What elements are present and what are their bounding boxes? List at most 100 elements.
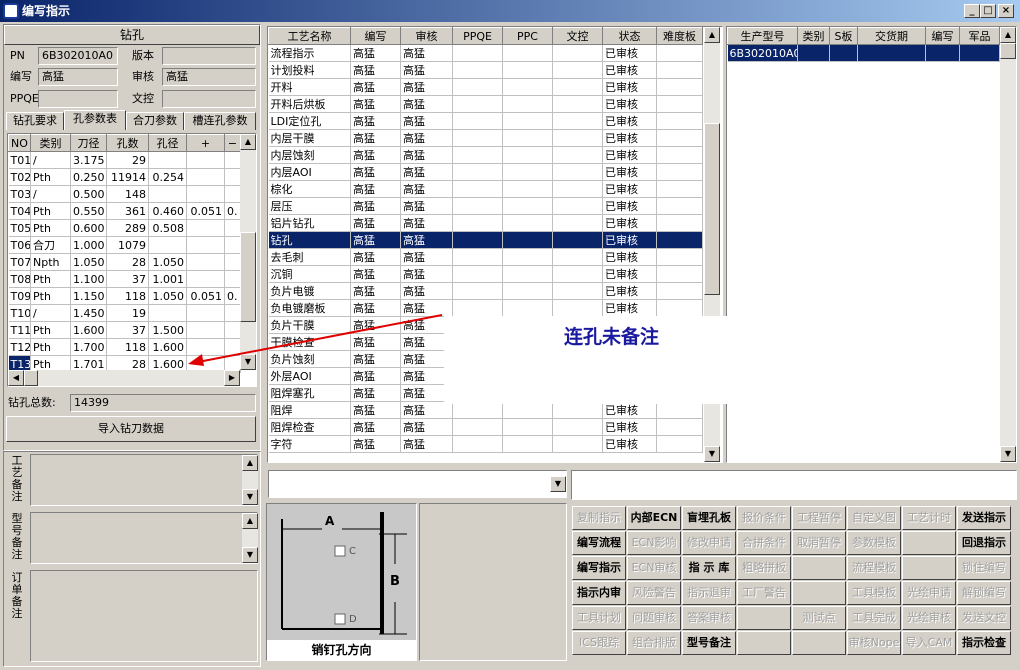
table-row[interactable]: 内层干膜 高猛 高猛 已审核 <box>268 129 703 147</box>
column-header[interactable]: 状态 <box>602 27 657 45</box>
table-row[interactable]: 层压 高猛 高猛 已审核 <box>268 197 703 215</box>
action-button[interactable]: 组合排版 <box>627 631 681 655</box>
table-row[interactable]: 棕化 高猛 高猛 已审核 <box>268 180 703 198</box>
author-field[interactable]: 高猛 <box>38 68 118 86</box>
action-button[interactable]: 修改申请 <box>682 531 736 555</box>
scroll-thumb[interactable] <box>1000 43 1016 59</box>
action-button[interactable]: 工程暂停 <box>792 506 846 530</box>
action-button[interactable]: 审核Nope <box>847 631 901 655</box>
action-button[interactable]: 锁住编写 <box>957 556 1011 580</box>
action-button[interactable]: 解锁编写 <box>957 581 1011 605</box>
table-row[interactable]: 开料后烘板 高猛 高猛 已审核 <box>268 95 703 113</box>
chevron-down-icon[interactable]: ▼ <box>550 476 566 492</box>
action-button[interactable]: 导入CAM <box>902 631 956 655</box>
table-row[interactable]: 6B302010A0 <box>727 44 1000 62</box>
column-header[interactable]: 文控 <box>552 27 603 45</box>
scroll-down-arrow[interactable]: ▼ <box>704 446 720 462</box>
scroll-thumb[interactable] <box>240 232 256 322</box>
action-button[interactable]: 指 示 库 <box>682 556 736 580</box>
table-row[interactable]: T04 Pth 0.550 361 0.460 0.051 0. <box>8 202 241 220</box>
column-header[interactable]: 难度板 <box>656 27 703 45</box>
table-row[interactable]: 钻孔 高猛 高猛 已审核 <box>268 231 703 249</box>
action-button[interactable]: 答案审核 <box>682 606 736 630</box>
action-button[interactable]: 取消暂停 <box>792 531 846 555</box>
table-row[interactable]: 计划投料 高猛 高猛 已审核 <box>268 61 703 79</box>
action-button[interactable]: 盲埋孔板 <box>682 506 736 530</box>
action-button[interactable]: 型号备注 <box>682 631 736 655</box>
review-field[interactable]: 高猛 <box>162 68 256 86</box>
action-button[interactable]: 发送指示 <box>957 506 1011 530</box>
table-row[interactable]: 沉铜 高猛 高猛 已审核 <box>268 265 703 283</box>
column-header[interactable]: − <box>224 134 241 152</box>
column-header[interactable]: NO <box>8 134 31 152</box>
action-button[interactable]: 工艺计时 <box>902 506 956 530</box>
table-row[interactable]: 内层蚀刻 高猛 高猛 已审核 <box>268 146 703 164</box>
tab-hole-params[interactable]: 孔参数表 <box>64 110 126 130</box>
column-header[interactable]: 类别 <box>30 134 71 152</box>
action-button[interactable]: 测试点 <box>792 606 846 630</box>
action-button[interactable]: 参数模板 <box>847 531 901 555</box>
scroll-left-arrow[interactable]: ◀ <box>8 370 24 386</box>
column-header[interactable]: + <box>186 134 225 152</box>
import-drill-button[interactable]: 导入钻刀数据 <box>6 416 256 442</box>
order-note-field[interactable] <box>30 570 258 662</box>
action-button[interactable]: 光绘审核 <box>902 606 956 630</box>
table-row[interactable]: 字符 高猛 高猛 已审核 <box>268 435 703 453</box>
total-field[interactable]: 14399 <box>70 394 256 412</box>
table-row[interactable]: 流程指示 高猛 高猛 已审核 <box>268 44 703 62</box>
tab-drill-requirements[interactable]: 钻孔要求 <box>6 112 64 130</box>
column-header[interactable]: S板 <box>829 27 858 45</box>
table-row[interactable]: 开料 高猛 高猛 已审核 <box>268 78 703 96</box>
action-button[interactable] <box>792 631 846 655</box>
scroll-up-arrow[interactable]: ▲ <box>1000 27 1016 43</box>
action-button[interactable]: 指示内审 <box>572 581 626 605</box>
action-button[interactable]: 发送文控 <box>957 606 1011 630</box>
table-row[interactable]: T06 合刀 1.000 1079 <box>8 236 241 254</box>
hole-table-hscrollbar[interactable]: ◀ ▶ <box>8 370 240 386</box>
action-button[interactable]: 内部ECN <box>627 506 681 530</box>
close-button[interactable]: × <box>998 4 1014 18</box>
action-button[interactable]: 粗略拼板 <box>737 556 791 580</box>
table-row[interactable]: T08 Pth 1.100 37 1.001 <box>8 270 241 288</box>
table-row[interactable]: 铝片钻孔 高猛 高猛 已审核 <box>268 214 703 232</box>
action-button[interactable]: 编写指示 <box>572 556 626 580</box>
action-button[interactable]: ECN审核 <box>627 556 681 580</box>
scroll-up-arrow[interactable]: ▲ <box>704 27 720 43</box>
scroll-thumb[interactable] <box>704 123 720 295</box>
action-button[interactable]: 编写流程 <box>572 531 626 555</box>
column-header[interactable]: PPQE <box>452 27 503 45</box>
action-button[interactable]: 回退指示 <box>957 531 1011 555</box>
column-header[interactable]: 审核 <box>400 27 453 45</box>
process-note-field[interactable]: ▲ ▼ <box>30 454 258 506</box>
table-row[interactable]: T09 Pth 1.150 118 1.050 0.051 0. <box>8 287 241 305</box>
table-row[interactable]: LDI定位孔 高猛 高猛 已审核 <box>268 112 703 130</box>
action-button[interactable]: 指示退审 <box>682 581 736 605</box>
table-row[interactable]: 负片电镀 高猛 高猛 已审核 <box>268 282 703 300</box>
tab-slot-params[interactable]: 槽连孔参数 <box>184 112 256 130</box>
table-row[interactable]: T01/3.175 29 <box>8 151 241 169</box>
action-button[interactable]: 问题审核 <box>627 606 681 630</box>
product-table-scrollbar[interactable]: ▲ ▼ <box>1000 27 1016 462</box>
action-button[interactable]: 工厂警告 <box>737 581 791 605</box>
version-field[interactable] <box>162 47 256 65</box>
doc-field[interactable] <box>162 90 256 108</box>
action-button[interactable]: 光绘申请 <box>902 581 956 605</box>
action-button[interactable] <box>737 631 791 655</box>
maximize-button[interactable]: □ <box>980 4 996 18</box>
action-button[interactable]: 流程模板 <box>847 556 901 580</box>
table-row[interactable]: T07 Npth 1.050 28 1.050 <box>8 253 241 271</box>
model-note-field[interactable]: ▲ ▼ <box>30 512 258 564</box>
tab-tool-merge[interactable]: 合刀参数 <box>126 112 184 130</box>
table-row[interactable]: 阻焊 高猛 高猛 已审核 <box>268 401 703 419</box>
table-row[interactable]: 内层AOI 高猛 高猛 已审核 <box>268 163 703 181</box>
scroll-right-arrow[interactable]: ▶ <box>224 370 240 386</box>
column-header[interactable]: 工艺名称 <box>268 27 351 45</box>
action-button[interactable]: 复制指示 <box>572 506 626 530</box>
action-button[interactable]: 工具完成 <box>847 606 901 630</box>
table-row[interactable]: T03/0.500 148 <box>8 185 241 203</box>
action-button[interactable] <box>792 581 846 605</box>
action-button[interactable] <box>737 606 791 630</box>
column-header[interactable]: 编写 <box>350 27 401 45</box>
column-header[interactable]: 类别 <box>797 27 830 45</box>
table-row[interactable]: 去毛刺 高猛 高猛 已审核 <box>268 248 703 266</box>
